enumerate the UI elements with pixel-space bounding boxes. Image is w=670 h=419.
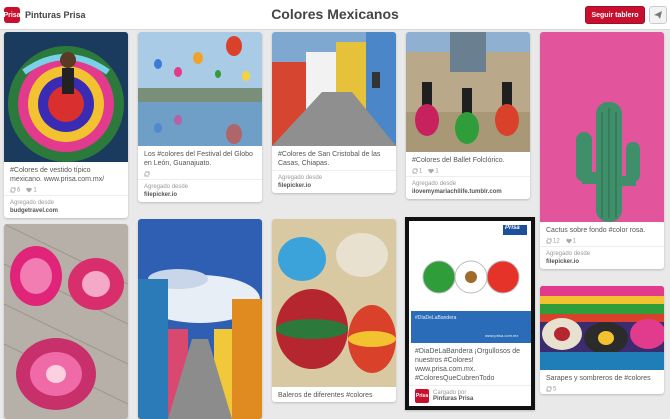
- repin-count: 5: [553, 386, 557, 393]
- attribution-label: Agregado desde: [278, 175, 323, 181]
- banner-url: www.prisa.com.mx: [485, 333, 519, 338]
- attribution-source: filepicker.io: [546, 258, 580, 265]
- attribution-source: filepicker.io: [278, 183, 312, 189]
- pin-calle-colores[interactable]: [138, 219, 262, 419]
- pin-san-cristobal[interactable]: #Colores de San Cristobal de las Casas, …: [272, 32, 396, 193]
- attribution-label: Agregado desde: [546, 250, 591, 257]
- pin-attribution[interactable]: Agregado desde ilovemymariachilife.tumbl…: [406, 175, 530, 199]
- like-count: 1: [572, 238, 577, 245]
- pin-image[interactable]: [4, 224, 128, 419]
- banner-logo: Prisa: [505, 225, 520, 231]
- repin-icon: [546, 238, 552, 244]
- repin-icon: [10, 187, 16, 193]
- pin-dia-bandera[interactable]: Prisa #DíaDeLaBandera www.prisa.com.mx #…: [405, 217, 535, 410]
- repin-count: 6: [17, 187, 21, 194]
- pin-image[interactable]: [4, 32, 128, 162]
- pin-sarapes[interactable]: Sarapes y sombreros de #colores 5: [540, 286, 664, 394]
- banner-caption: #DíaDeLaBandera: [415, 315, 457, 321]
- uploader-name: Pinturas Prisa: [433, 396, 474, 402]
- repin-icon: [546, 386, 552, 392]
- pin-description: Sarapes y sombreros de #colores: [546, 375, 651, 382]
- heart-icon: [565, 238, 572, 244]
- pin-description: #Colores de San Cristobal de las Casas, …: [278, 151, 381, 167]
- repin-icon: [412, 168, 418, 174]
- attribution-label: Agregado desde: [10, 199, 55, 206]
- pin-dancers[interactable]: [4, 224, 128, 419]
- pin-festival-globo[interactable]: Los #colores del Festival del Globo en L…: [138, 32, 262, 202]
- pin-cactus[interactable]: Cactus sobre fondo #color rosa. 12 1 Agr…: [540, 32, 664, 269]
- pin-image[interactable]: [138, 219, 262, 419]
- pin-description: Cactus sobre fondo #color rosa.: [546, 227, 646, 234]
- attribution-source: budgetravel.com: [10, 207, 59, 214]
- attribution-source: filepicker.io: [144, 191, 178, 198]
- attribution-label: Agregado desde: [412, 180, 457, 187]
- pin-image[interactable]: [272, 32, 396, 146]
- like-count: 1: [33, 187, 37, 194]
- pin-image[interactable]: [138, 32, 262, 146]
- paper-plane-icon: [654, 11, 662, 19]
- pin-image[interactable]: [406, 32, 530, 152]
- pin-description: Baleros de diferentes #colores: [278, 392, 373, 399]
- pin-vestido-tipico[interactable]: #Colores de vestido típico mexicano. www…: [4, 32, 128, 218]
- pin-stats: 1 1: [406, 167, 530, 176]
- pin-attribution[interactable]: Agregado desde filepicker.io: [138, 178, 262, 202]
- pin-description: #DiaDeLaBandera ¡Orgullosos de nuestros …: [415, 348, 521, 382]
- pin-stats: 6 1: [4, 186, 128, 195]
- follow-board-button[interactable]: Seguir tablero: [585, 6, 645, 24]
- pin-attribution[interactable]: Agregado desde filepicker.io: [272, 170, 396, 193]
- heart-icon: [428, 168, 435, 174]
- send-button[interactable]: [649, 6, 667, 24]
- top-bar: Prisa Pinturas Prisa Colores Mexicanos S…: [0, 0, 670, 30]
- pin-uploader[interactable]: Prisa Cargado por Pinturas Prisa: [409, 385, 531, 406]
- pin-description: #Colores del Ballet Folclórico.: [412, 157, 505, 164]
- pin-baleros[interactable]: Baleros de diferentes #colores: [272, 219, 396, 402]
- heart-icon: [26, 187, 33, 193]
- pin-attribution[interactable]: Agregado desde filepicker.io: [540, 245, 664, 269]
- pin-image[interactable]: [540, 286, 664, 370]
- attribution-label: Agregado desde: [144, 183, 189, 190]
- repin-count: 1: [419, 168, 423, 175]
- pin-stats: [138, 170, 262, 179]
- pin-description: #Colores de vestido típico mexicano. www…: [10, 167, 105, 183]
- board-title: Colores Mexicanos: [271, 6, 399, 22]
- pin-image[interactable]: Prisa #DíaDeLaBandera www.prisa.com.mx: [409, 221, 531, 343]
- attribution-source: ilovemymariachilife.tumblr.com: [412, 188, 502, 195]
- pin-ballet-folclorico[interactable]: #Colores del Ballet Folclórico. 1 1 Agre…: [406, 32, 530, 199]
- uploader-avatar: Prisa: [415, 389, 429, 403]
- like-count: 1: [435, 168, 439, 175]
- pin-image[interactable]: [540, 32, 664, 222]
- repin-count: 12: [553, 238, 560, 245]
- pin-stats: 5: [540, 385, 664, 394]
- pin-description: Los #colores del Festival del Globo en L…: [144, 151, 253, 167]
- pin-attribution[interactable]: Agregado desde budgetravel.com: [4, 194, 128, 218]
- pin-stats: 12 1: [540, 237, 664, 246]
- pin-image[interactable]: [272, 219, 396, 387]
- repin-icon: [144, 171, 150, 177]
